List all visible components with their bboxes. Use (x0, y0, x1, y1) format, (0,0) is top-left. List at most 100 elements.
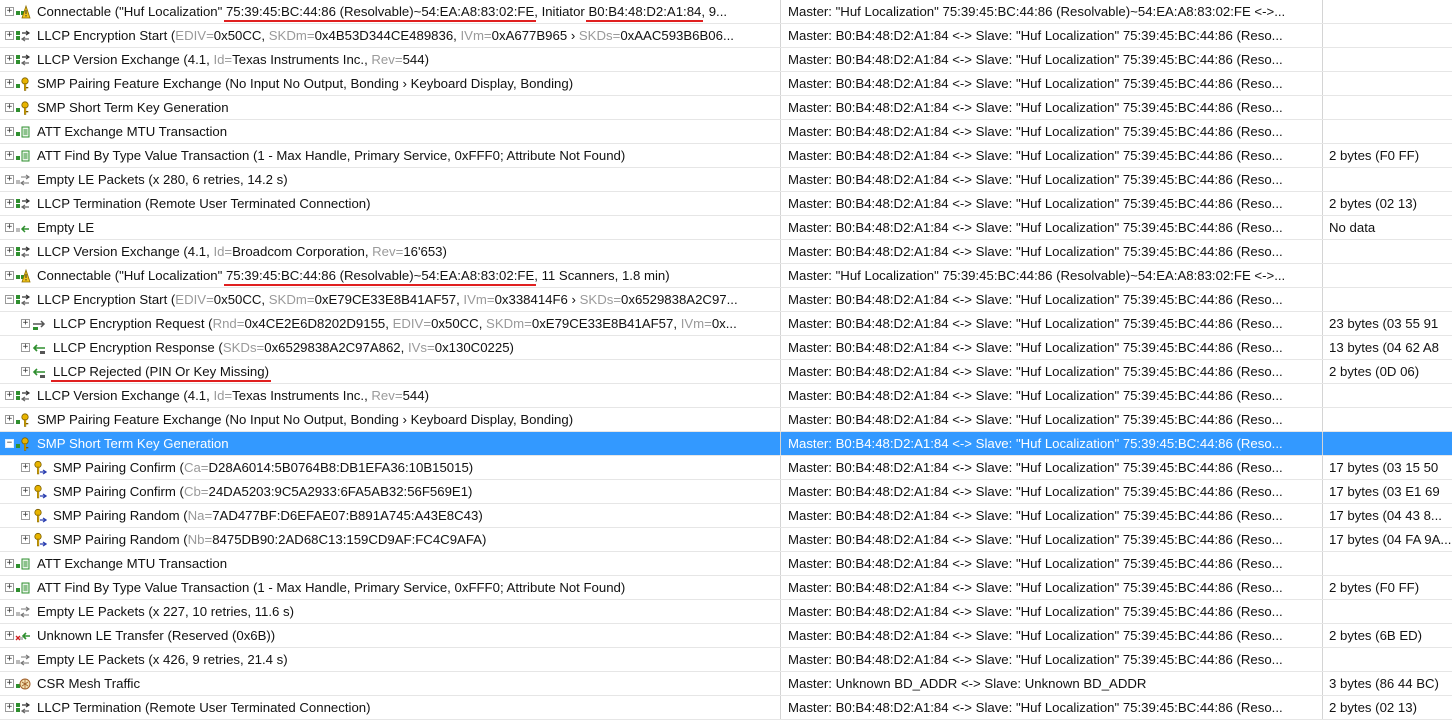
packet-row[interactable]: + Empty LE Packets (x 227, 10 retries, 11… (0, 600, 1452, 624)
expand-toggle[interactable]: + (5, 271, 14, 280)
expand-toggle[interactable]: + (5, 655, 14, 664)
packet-row[interactable]: + SMP Short Term Key Generation Master: B0… (0, 96, 1452, 120)
protocol-label: Empty LE Packets (x 227, 10 retries, 11.… (37, 600, 294, 623)
field-text: LLCP Rejected (PIN Or Key Missing) (53, 364, 269, 379)
data-cell (1323, 552, 1452, 575)
expand-toggle[interactable]: + (21, 463, 30, 472)
data-cell (1323, 288, 1452, 311)
expand-toggle[interactable]: + (5, 391, 14, 400)
expand-toggle[interactable]: + (5, 703, 14, 712)
connectable-icon (16, 268, 31, 282)
packet-row[interactable]: + Unknown LE Transfer (Reserved (0x6B)) Ma… (0, 624, 1452, 648)
expand-toggle[interactable]: + (5, 631, 14, 640)
field-text: Empty LE Packets (x 426, 9 retries, 21.4… (37, 652, 288, 667)
expand-toggle[interactable]: + (21, 367, 30, 376)
packet-row[interactable]: + SMP Pairing Random (Nb=8475DB90:2AD68C1… (0, 528, 1452, 552)
expand-toggle[interactable]: + (5, 55, 14, 64)
protocol-label: SMP Short Term Key Generation (37, 96, 229, 119)
packet-row[interactable]: + SMP Pairing Confirm (Ca=D28A6014:5B0764… (0, 456, 1452, 480)
packet-row[interactable]: + SMP Pairing Random (Na=7AD477BF:D6EFAE0… (0, 504, 1452, 528)
protocol-label: LLCP Version Exchange (4.1, Id=Broadcom … (37, 240, 447, 263)
expand-toggle[interactable]: + (5, 679, 14, 688)
packet-row[interactable]: − SMP Short Term Key Generation Master: B0… (0, 432, 1452, 456)
field-text: SMP Short Term Key Generation (37, 436, 229, 451)
expand-toggle[interactable]: + (5, 79, 14, 88)
packet-row[interactable]: + LLCP Encryption Response (SKDs=0x652983… (0, 336, 1452, 360)
field-name: Rev= (371, 52, 403, 67)
expand-toggle[interactable]: + (21, 319, 30, 328)
expand-toggle[interactable]: + (5, 583, 14, 592)
packet-row[interactable]: + LLCP Version Exchange (4.1, Id=Broadcom… (0, 240, 1452, 264)
expand-toggle[interactable]: + (5, 607, 14, 616)
packet-row[interactable]: + LLCP Termination (Remote User Terminate… (0, 696, 1452, 720)
field-text: ATT Exchange MTU Transaction (37, 556, 228, 571)
field-text: SMP Pairing Confirm ( (53, 460, 184, 475)
expand-toggle[interactable]: + (5, 103, 14, 112)
field-name: Nb= (187, 532, 213, 547)
protocol-cell: − SMP Short Term Key Generation (0, 432, 781, 455)
packet-row[interactable]: + LLCP Termination (Remote User Terminate… (0, 192, 1452, 216)
expand-toggle[interactable]: + (5, 7, 14, 16)
packet-row[interactable]: + LLCP Version Exchange (4.1, Id=Texas In… (0, 48, 1452, 72)
field-name: Rev= (372, 244, 404, 259)
packet-row[interactable]: + Connectable ("Huf Localization" 75:39:4… (0, 264, 1452, 288)
collapse-toggle[interactable]: − (5, 439, 14, 448)
field-name: EDIV= (175, 28, 214, 43)
packet-row[interactable]: + CSR Mesh Traffic Master: Unknown BD_ADDR… (0, 672, 1452, 696)
expand-toggle[interactable]: + (21, 343, 30, 352)
protocol-cell: + SMP Pairing Confirm (Cb=24DA5203:9C5A29… (0, 480, 781, 503)
packet-row[interactable]: + ATT Exchange MTU Transaction Master: B0:… (0, 552, 1452, 576)
devices-cell: Master: B0:B4:48:D2:A1:84 <-> Slave: "Hu… (781, 120, 1323, 143)
packet-row[interactable]: + ATT Find By Type Value Transaction (1 -… (0, 576, 1452, 600)
expand-toggle[interactable]: + (5, 223, 14, 232)
packet-row[interactable]: + SMP Pairing Feature Exchange (No Input … (0, 408, 1452, 432)
protocol-label: LLCP Termination (Remote User Terminated… (37, 696, 371, 719)
expand-toggle[interactable]: + (21, 535, 30, 544)
packet-row[interactable]: + LLCP Version Exchange (4.1, Id=Texas In… (0, 384, 1452, 408)
devices-cell: Master: B0:B4:48:D2:A1:84 <-> Slave: "Hu… (781, 288, 1323, 311)
expand-toggle[interactable]: + (5, 559, 14, 568)
expand-toggle[interactable]: + (5, 199, 14, 208)
data-cell (1323, 384, 1452, 407)
expand-toggle[interactable]: + (5, 415, 14, 424)
packet-row[interactable]: + LLCP Encryption Request (Rnd=0x4CE2E6D8… (0, 312, 1452, 336)
field-text: SMP Pairing Feature Exchange (No Input N… (37, 76, 574, 91)
field-text: LLCP Version Exchange (4.1, (37, 52, 214, 67)
expand-toggle[interactable]: + (5, 127, 14, 136)
collapse-toggle[interactable]: − (5, 295, 14, 304)
packet-row[interactable]: + SMP Pairing Feature Exchange (No Input … (0, 72, 1452, 96)
field-text: LLCP Termination (Remote User Terminated… (37, 196, 371, 211)
data-cell (1323, 408, 1452, 431)
packet-row[interactable]: − LLCP Encryption Start (EDIV=0x50CC, SKD… (0, 288, 1452, 312)
field-name: SKDs= (578, 28, 621, 43)
expand-toggle[interactable]: + (5, 175, 14, 184)
packet-row[interactable]: + Connectable ("Huf Localization" 75:39:4… (0, 0, 1452, 24)
expand-toggle[interactable]: + (5, 247, 14, 256)
devices-cell: Master: B0:B4:48:D2:A1:84 <-> Slave: "Hu… (781, 408, 1323, 431)
data-cell: No data (1329, 220, 1376, 235)
protocol-cell: + SMP Pairing Feature Exchange (No Input … (0, 72, 781, 95)
field-text: 0x50CC, (213, 292, 269, 307)
packet-row[interactable]: + LLCP Encryption Start (EDIV=0x50CC, SKD… (0, 24, 1452, 48)
unknown-transfer-icon (15, 631, 30, 640)
protocol-label: SMP Pairing Confirm (Ca=D28A6014:5B0764B… (53, 456, 473, 479)
protocol-cell: + ATT Exchange MTU Transaction (0, 120, 781, 143)
packet-row[interactable]: + Empty LE Master: B0:B4:48:D2:A1:84 <-> S… (0, 216, 1452, 240)
protocol-cell: + Empty LE Packets (x 426, 9 retries, 21.… (0, 648, 781, 671)
expand-toggle[interactable]: + (5, 31, 14, 40)
data-cell (1323, 96, 1452, 119)
packet-row[interactable]: + Empty LE Packets (x 426, 9 retries, 21.… (0, 648, 1452, 672)
expand-toggle[interactable]: + (21, 511, 30, 520)
field-name: Rnd= (212, 316, 245, 331)
packet-row[interactable]: + SMP Pairing Confirm (Cb=24DA5203:9C5A29… (0, 480, 1452, 504)
packet-row[interactable]: + ATT Exchange MTU Transaction Master: B0:… (0, 120, 1452, 144)
devices-cell: Master: B0:B4:48:D2:A1:84 <-> Slave: "Hu… (781, 192, 1323, 215)
llcp-icon (16, 294, 31, 305)
packet-row[interactable]: + Empty LE Packets (x 280, 6 retries, 14.… (0, 168, 1452, 192)
expand-toggle[interactable]: + (5, 151, 14, 160)
packet-row[interactable]: + ATT Find By Type Value Transaction (1 -… (0, 144, 1452, 168)
field-text: 0xE79CE33E8B41AF57, (314, 292, 464, 307)
devices-cell: Master: B0:B4:48:D2:A1:84 <-> Slave: "Hu… (781, 360, 1323, 383)
field-name: Ca= (183, 460, 209, 475)
expand-toggle[interactable]: + (21, 487, 30, 496)
